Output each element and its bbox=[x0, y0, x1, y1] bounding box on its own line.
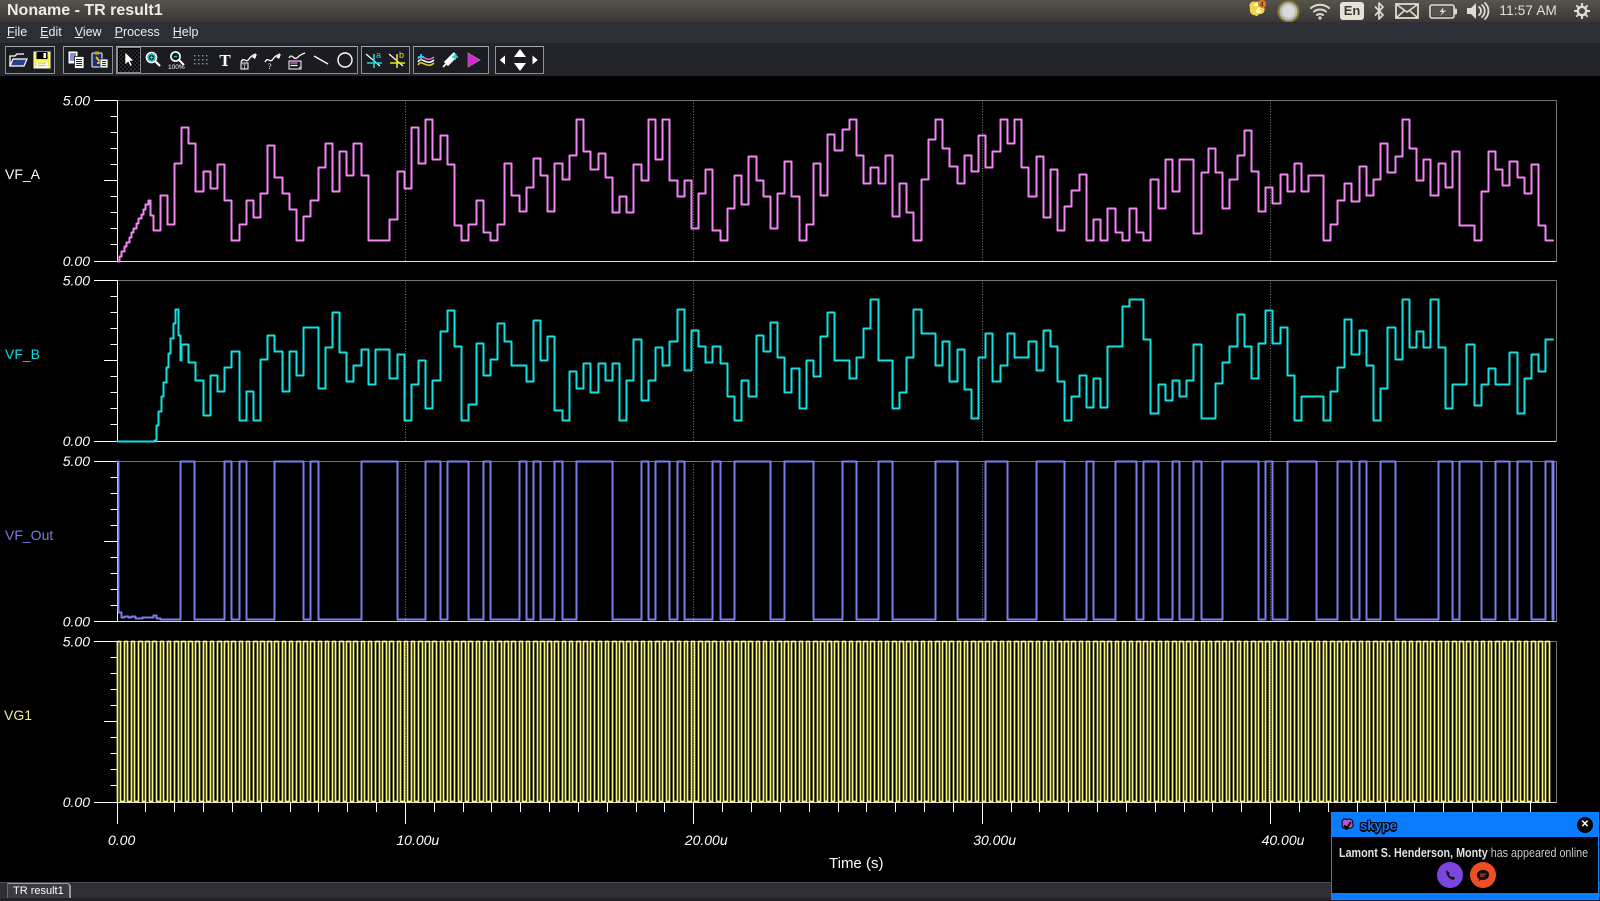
svg-text:b: b bbox=[399, 50, 404, 60]
svg-text:VG1: VG1 bbox=[4, 707, 32, 723]
svg-text:0.00: 0.00 bbox=[63, 253, 90, 269]
svg-text:VF_B: VF_B bbox=[5, 346, 40, 362]
svg-text:VF_A: VF_A bbox=[5, 166, 41, 182]
svg-text:5.00: 5.00 bbox=[63, 273, 90, 289]
svg-text:VF_Out: VF_Out bbox=[5, 527, 53, 543]
svg-text:0.00: 0.00 bbox=[63, 794, 90, 810]
svg-text:Time (s): Time (s) bbox=[829, 855, 883, 872]
svg-text:T: T bbox=[243, 65, 247, 71]
svg-text:5.00: 5.00 bbox=[63, 453, 90, 469]
svg-text:a: a bbox=[376, 50, 381, 60]
svg-text:10.00u: 10.00u bbox=[396, 832, 439, 848]
svg-text:20.00u: 20.00u bbox=[684, 832, 728, 848]
svg-text:0.00: 0.00 bbox=[63, 614, 90, 630]
svg-text:T: T bbox=[219, 51, 231, 70]
svg-text:4: 4 bbox=[1260, 2, 1264, 9]
svg-text:40.00u: 40.00u bbox=[1262, 832, 1305, 848]
svg-text:30.00u: 30.00u bbox=[973, 832, 1016, 848]
svg-text:0.00: 0.00 bbox=[63, 433, 90, 449]
svg-text:0.00: 0.00 bbox=[108, 832, 135, 848]
svg-text:100%: 100% bbox=[168, 64, 185, 70]
svg-text:?: ? bbox=[268, 62, 272, 70]
svg-text:5.00: 5.00 bbox=[63, 93, 90, 109]
svg-text:5.00: 5.00 bbox=[63, 634, 90, 650]
